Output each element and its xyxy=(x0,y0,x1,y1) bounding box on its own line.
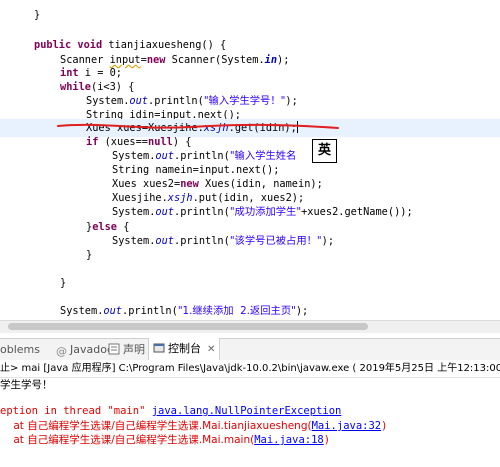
stack-trace-line: at 自己编程学生选课/自己编程学生选课.Mai.main(Mai.java:1… xyxy=(0,433,330,448)
exception-link[interactable]: java.lang.NullPointerException xyxy=(152,405,342,417)
console-output[interactable]: 学生学号！ eption in thread "main" java.lang.… xyxy=(0,378,500,467)
stack-trace-text: at 自己编程学生选课/自己编程学生选课.Mai.main( xyxy=(0,434,255,446)
code-text: } xyxy=(34,9,41,21)
tab-label: 控制台 xyxy=(168,342,201,355)
close-icon[interactable]: ✕ xyxy=(207,344,215,355)
code-fragment: System. xyxy=(112,206,156,218)
console-header-text: 止> mai [Java 应用程序] C:\Program Files\Java… xyxy=(0,363,500,374)
console-launch-info: 止> mai [Java 应用程序] C:\Program Files\Java… xyxy=(0,360,500,378)
code-line[interactable]: System.out.println("1.继续添加 2.返回主页"); xyxy=(0,302,500,320)
tab-label: 声明 xyxy=(123,343,145,356)
tab-label: Javadoc xyxy=(70,343,113,356)
console-icon xyxy=(153,343,165,353)
declaration-icon xyxy=(108,343,120,355)
horizontal-scrollbar[interactable] xyxy=(0,320,500,333)
code-text: } xyxy=(86,249,93,261)
tab-javadoc[interactable]: @ Javadoc xyxy=(56,339,113,361)
code-text: System.out.println("1.继续添加 2.返回主页"); xyxy=(60,303,308,319)
stack-trace-text: ) xyxy=(381,420,388,432)
tab-console[interactable]: 控制台 ✕ xyxy=(148,338,221,361)
stack-trace-text: ) xyxy=(323,434,331,446)
code-fragment: +xues2.getName()); xyxy=(301,206,413,218)
code-fragment: ); xyxy=(295,305,309,317)
code-line[interactable]: } xyxy=(0,6,500,24)
code-editor[interactable]: } public void tianjiaxuesheng() { Scanne… xyxy=(0,0,500,335)
console-line: 学生学号！ xyxy=(0,379,53,391)
source-link[interactable]: Mai.java:18 xyxy=(254,434,324,446)
code-line[interactable]: } xyxy=(0,274,500,292)
code-fragment: System. xyxy=(60,305,104,317)
keyword: public void xyxy=(34,39,103,51)
console-error-line: eption in thread "main" java.lang.NullPo… xyxy=(0,404,341,419)
string-literal: "1.继续添加 2.返回主页" xyxy=(177,305,296,317)
tab-problems[interactable]: oblems xyxy=(0,339,40,361)
tab-declaration[interactable]: 声明 xyxy=(108,339,145,361)
string-literal: "成功添加学生" xyxy=(229,206,302,218)
ime-mode-indicator[interactable]: 英 xyxy=(312,139,337,163)
tab-label: oblems xyxy=(0,343,40,356)
static-field: out xyxy=(103,305,123,317)
code-text: } xyxy=(60,277,67,289)
code-fragment: tianjiaxuesheng() { xyxy=(102,39,227,51)
exception-text: eption in thread "main" xyxy=(0,405,152,417)
code-fragment: .println( xyxy=(174,206,230,218)
code-fragment: .println( xyxy=(122,305,178,317)
source-link[interactable]: Mai.java:32 xyxy=(312,420,382,432)
stack-trace-line: at 自己编程学生选课/自己编程学生选课.Mai.tianjiaxuesheng… xyxy=(0,419,387,434)
code-line[interactable]: } xyxy=(0,246,500,264)
bottom-panel-tabs: oblems @ Javadoc 声明 控制台 ✕ xyxy=(0,338,500,362)
scrollbar-thumb[interactable] xyxy=(8,323,368,330)
static-field: out xyxy=(155,206,175,218)
stack-trace-text: at 自己编程学生选课/自己编程学生选课.Mai.tianjiaxuesheng… xyxy=(0,420,312,432)
